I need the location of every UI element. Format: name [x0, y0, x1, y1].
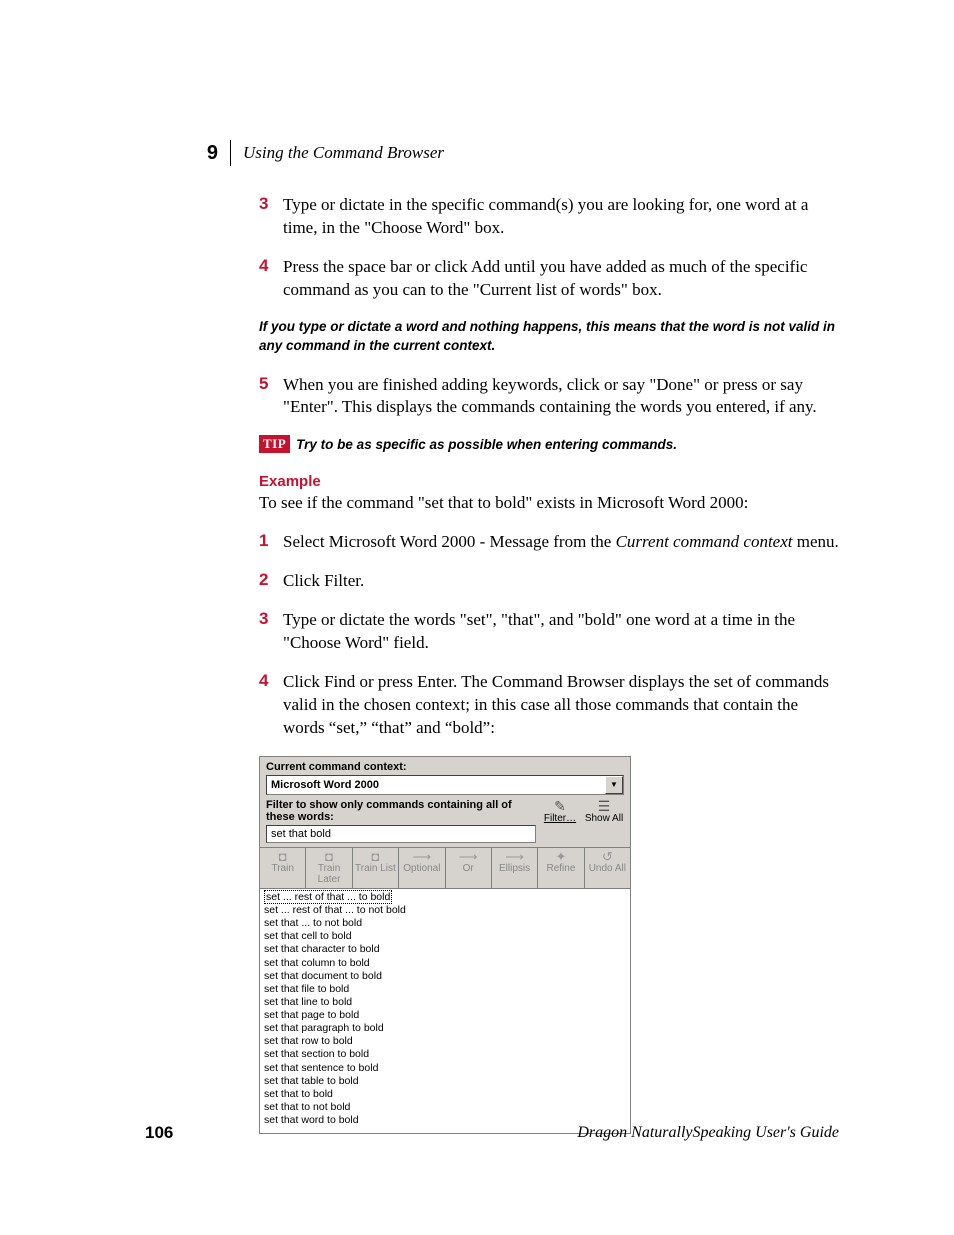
step-text: When you are finished adding keywords, c… [283, 374, 839, 420]
step-number: 3 [259, 194, 283, 240]
step-text: Press the space bar or click Add until y… [283, 256, 839, 302]
train-button[interactable]: ◘Train [260, 848, 306, 888]
command-browser-screenshot: Current command context: Microsoft Word … [259, 756, 631, 1134]
tip-badge: TIP [259, 435, 290, 453]
list-item[interactable]: set that to not bold [264, 1101, 626, 1114]
toolbar: ◘Train ◘Train Later ◘Train List ⟶Optiona… [260, 847, 630, 889]
step-number: 2 [259, 570, 283, 593]
step-text: Click Filter. [283, 570, 364, 593]
list-item[interactable]: set that ... to not bold [264, 917, 626, 930]
train-later-button[interactable]: ◘Train Later [306, 848, 352, 888]
list-item[interactable]: set that to bold [264, 1088, 626, 1101]
list-item[interactable]: set that cell to bold [264, 930, 626, 943]
context-value: Microsoft Word 2000 [267, 779, 605, 791]
list-item[interactable]: set ... rest of that ... to not bold [264, 904, 626, 917]
chevron-down-icon[interactable]: ▼ [605, 776, 623, 794]
step-4: 4 Press the space bar or click Add until… [259, 256, 839, 302]
optional-icon: ⟶ [399, 850, 444, 863]
step-number: 1 [259, 531, 283, 554]
list-item[interactable]: set ... rest of that ... to bold [264, 891, 626, 904]
example-intro: To see if the command "set that to bold"… [259, 492, 839, 515]
text-part: menu. [792, 532, 838, 551]
or-icon: ⟶ [446, 850, 491, 863]
undo-all-button[interactable]: ↺Undo All [585, 848, 630, 888]
step-text: Select Microsoft Word 2000 - Message fro… [283, 531, 839, 554]
list-icon: ☰ [584, 799, 624, 813]
or-button[interactable]: ⟶Or [446, 848, 492, 888]
optional-button[interactable]: ⟶Optional [399, 848, 445, 888]
step-number: 4 [259, 671, 283, 740]
list-item[interactable]: set that paragraph to bold [264, 1022, 626, 1035]
pencil-icon: ✎ [540, 799, 580, 813]
context-label: Current command context: [260, 757, 630, 775]
train-icon: ◘ [260, 850, 305, 863]
train-later-icon: ◘ [306, 850, 351, 863]
button-label: Filter… [540, 813, 580, 824]
step-5: 5 When you are finished adding keywords,… [259, 374, 839, 420]
refine-button[interactable]: ✦Refine [538, 848, 584, 888]
filter-label: Filter to show only commands containing … [266, 799, 536, 825]
list-item[interactable]: set that section to bold [264, 1048, 626, 1061]
filter-input[interactable]: set that bold [266, 825, 536, 843]
step-number: 3 [259, 609, 283, 655]
train-list-icon: ◘ [353, 850, 398, 863]
example-heading: Example [259, 473, 839, 490]
chapter-number: 9 [115, 142, 230, 165]
tip-text: Try to be as specific as possible when e… [296, 437, 677, 452]
text-part: Select Microsoft Word 2000 - Message fro… [283, 532, 616, 551]
step-text: Type or dictate in the specific command(… [283, 194, 839, 240]
step-number: 5 [259, 374, 283, 420]
example-step-3: 3 Type or dictate the words "set", "that… [259, 609, 839, 655]
example-step-1: 1 Select Microsoft Word 2000 - Message f… [259, 531, 839, 554]
results-list[interactable]: set ... rest of that ... to bold set ...… [260, 889, 630, 1133]
step-text: Type or dictate the words "set", "that",… [283, 609, 839, 655]
refine-icon: ✦ [538, 850, 583, 863]
list-item[interactable]: set that file to bold [264, 983, 626, 996]
list-item[interactable]: set that document to bold [264, 970, 626, 983]
tip: TIP Try to be as specific as possible wh… [259, 435, 839, 453]
step-number: 4 [259, 256, 283, 302]
show-all-button[interactable]: ☰ Show All [584, 799, 624, 824]
list-item[interactable]: set that table to bold [264, 1075, 626, 1088]
filter-button[interactable]: ✎ Filter… [540, 799, 580, 824]
step-3: 3 Type or dictate in the specific comman… [259, 194, 839, 240]
ellipsis-icon: ⟶ [492, 850, 537, 863]
example-step-2: 2 Click Filter. [259, 570, 839, 593]
text-italic: Current command context [616, 532, 793, 551]
undo-icon: ↺ [585, 850, 630, 863]
step-text: Click Find or press Enter. The Command B… [283, 671, 839, 740]
note-text: If you type or dictate a word and nothin… [259, 318, 839, 356]
list-item[interactable]: set that line to bold [264, 996, 626, 1009]
list-item[interactable]: set that row to bold [264, 1035, 626, 1048]
train-list-button[interactable]: ◘Train List [353, 848, 399, 888]
ellipsis-button[interactable]: ⟶Ellipsis [492, 848, 538, 888]
example-step-4: 4 Click Find or press Enter. The Command… [259, 671, 839, 740]
list-item[interactable]: set that column to bold [264, 957, 626, 970]
footer-title: Dragon NaturallySpeaking User's Guide [577, 1124, 839, 1142]
list-item[interactable]: set that sentence to bold [264, 1062, 626, 1075]
list-item[interactable]: set that page to bold [264, 1009, 626, 1022]
context-dropdown[interactable]: Microsoft Word 2000 ▼ [266, 775, 624, 795]
page-number: 106 [145, 1123, 173, 1143]
list-item[interactable]: set that character to bold [264, 943, 626, 956]
header-divider [230, 140, 231, 166]
chapter-title: Using the Command Browser [243, 143, 444, 163]
button-label: Show All [584, 813, 624, 824]
